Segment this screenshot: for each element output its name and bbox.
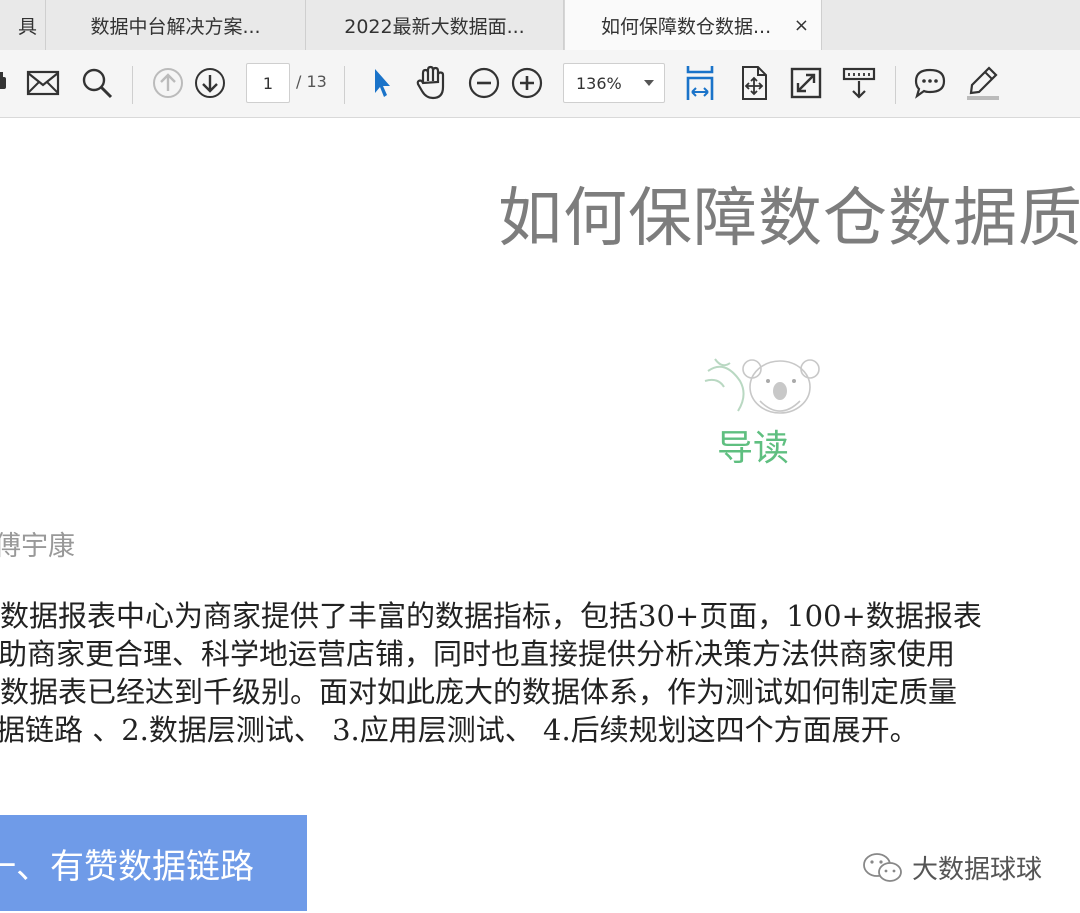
page-total: / 13 bbox=[296, 72, 327, 91]
zoom-select[interactable]: 136% bbox=[563, 63, 665, 103]
intro-paragraph: 数据报表中心为商家提供了丰富的数据指标，包括30+页面，100+数据报表 助商家… bbox=[0, 597, 1080, 749]
prev-page-icon[interactable] bbox=[151, 66, 185, 100]
tab-tools[interactable]: 具 bbox=[0, 0, 46, 50]
paragraph-line: 数据报表中心为商家提供了丰富的数据指标，包括30+页面，100+数据报表 bbox=[0, 599, 982, 633]
tab-data-quality[interactable]: 如何保障数仓数据... × bbox=[564, 0, 822, 51]
paragraph-line: 据链路 、2.数据层测试、 3.应用层测试、 4.后续规划这四个方面展开。 bbox=[0, 713, 919, 747]
tab-bigdata-interview[interactable]: 2022最新大数据面... bbox=[306, 0, 564, 50]
print-icon[interactable] bbox=[0, 68, 10, 98]
zoom-value: 136% bbox=[576, 73, 622, 93]
rotate-icon[interactable] bbox=[737, 64, 771, 102]
tab-label: 如何保障数仓数据... bbox=[601, 16, 772, 38]
tab-label: 2022最新大数据面... bbox=[344, 15, 525, 38]
section-heading: 一、有赞数据链路 bbox=[0, 815, 307, 911]
tab-label: 具 bbox=[17, 15, 37, 38]
comment-icon[interactable] bbox=[912, 66, 948, 100]
hand-tool-icon[interactable] bbox=[414, 64, 450, 102]
chevron-down-icon bbox=[644, 80, 654, 86]
separator bbox=[132, 66, 133, 104]
watermark: 大数据球球 bbox=[862, 849, 1042, 886]
mail-icon[interactable] bbox=[26, 68, 60, 98]
author-name: 傅宇康 bbox=[0, 531, 75, 562]
select-arrow-icon[interactable] bbox=[366, 66, 396, 100]
scroll-mode-icon[interactable] bbox=[840, 64, 878, 102]
tab-bar: 具 数据中台解决方案... 2022最新大数据面... 如何保障数仓数据... … bbox=[0, 0, 1080, 51]
tab-label: 数据中台解决方案... bbox=[90, 15, 261, 38]
zoom-out-icon[interactable] bbox=[467, 66, 501, 100]
watermark-text: 大数据球球 bbox=[912, 855, 1043, 885]
separator bbox=[895, 66, 896, 104]
zoom-in-icon[interactable] bbox=[510, 66, 544, 100]
fullscreen-icon[interactable] bbox=[789, 66, 823, 100]
close-tab-icon[interactable]: × bbox=[794, 15, 809, 36]
highlight-icon[interactable] bbox=[964, 64, 1002, 102]
separator bbox=[344, 66, 345, 104]
section-heading-text: 一、有赞数据链路 bbox=[0, 846, 254, 887]
fit-width-icon[interactable] bbox=[683, 64, 717, 102]
next-page-icon[interactable] bbox=[193, 66, 227, 100]
page-number-input[interactable]: 1 bbox=[246, 63, 290, 103]
paragraph-line: 数据表已经达到千级别。面对如此庞大的数据体系，作为测试如何制定质量 bbox=[0, 675, 958, 709]
page-title: 如何保障数仓数据质量 bbox=[498, 182, 1080, 256]
tab-data-platform[interactable]: 数据中台解决方案... bbox=[46, 0, 306, 50]
document-page: 如何保障数仓数据质量 导读 傅宇康 数据报表中心为商家提供了丰富的数据指标，包括… bbox=[0, 119, 1080, 913]
paragraph-line: 助商家更合理、科学地运营店铺，同时也直接提供分析决策方法供商家使用 bbox=[0, 637, 956, 671]
lead-label: 导读 bbox=[717, 428, 790, 469]
search-icon[interactable] bbox=[80, 66, 114, 100]
wechat-icon bbox=[862, 852, 904, 884]
